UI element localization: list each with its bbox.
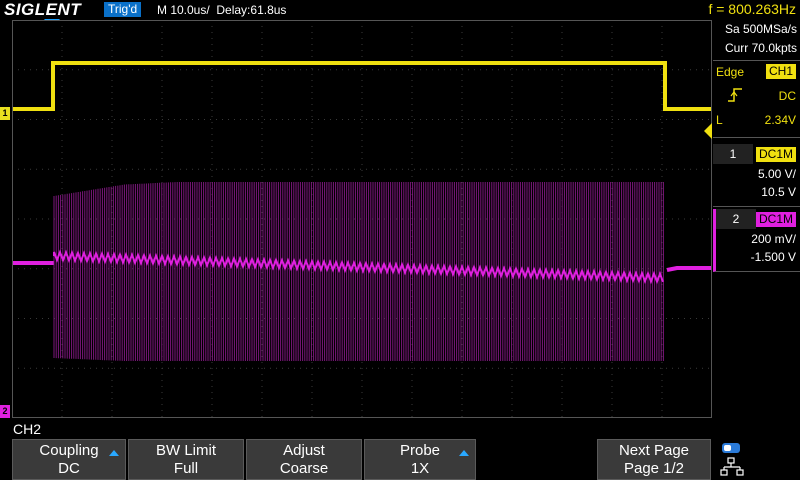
ch2-scale: 200 mV/: [751, 232, 796, 246]
menu-title: CH2: [13, 421, 42, 437]
info-panel: Sa 500MSa/s Curr 70.0kpts Edge CH1 DC L …: [704, 20, 800, 438]
bw-limit-softkey[interactable]: BW Limit Full: [128, 439, 244, 480]
timebase-readout[interactable]: M 10.0us/ Delay:61.8us: [157, 3, 286, 17]
softkey-value: 1X: [410, 460, 430, 477]
delay-value: Delay:61.8us: [216, 3, 287, 17]
softkey-value: Full: [173, 460, 199, 477]
softkey-value: DC: [58, 460, 80, 477]
softkey-bar: Coupling DC BW Limit Full Adjust Coarse …: [0, 438, 800, 480]
ch1-number: 1: [713, 144, 753, 164]
memory-depth: Curr 70.0kpts: [724, 41, 797, 55]
status-icons: [720, 443, 744, 476]
trigger-level-label: L: [716, 113, 723, 127]
trigger-level-arrow-icon: [704, 123, 712, 139]
next-page-softkey[interactable]: Next Page Page 1/2: [597, 439, 711, 480]
up-arrow-icon: [109, 450, 119, 456]
softkey-label: Adjust: [283, 442, 325, 459]
ch2-offset-marker[interactable]: 2: [0, 405, 10, 418]
softkey-value: Page 1/2: [623, 460, 685, 477]
ch1-settings[interactable]: 1 DC1M 5.00 V/ 10.5 V: [713, 144, 800, 207]
trigger-settings[interactable]: Edge CH1 DC L 2.34V: [704, 60, 800, 139]
top-status-bar: SIGLENT Trig'd M 10.0us/ Delay:61.8us f …: [0, 0, 800, 20]
ch1-offset-marker[interactable]: 1: [0, 107, 10, 120]
brand-logo: SIGLENT: [4, 0, 82, 19]
trigger-type: Edge: [716, 65, 745, 79]
softkey-label: Next Page: [618, 442, 690, 459]
trigger-coupling: DC: [778, 89, 796, 103]
adjust-softkey[interactable]: Adjust Coarse: [246, 439, 362, 480]
ch1-offset: 10.5 V: [761, 185, 796, 199]
softkey-label: BW Limit: [156, 442, 216, 459]
ch2-number: 2: [716, 209, 756, 229]
ch2-coupling: DC1M: [755, 212, 796, 227]
softkey-value: Coarse: [279, 460, 329, 477]
sample-rate: Sa 500MSa/s: [724, 22, 797, 36]
coupling-softkey[interactable]: Coupling DC: [12, 439, 126, 480]
probe-softkey[interactable]: Probe 1X: [364, 439, 476, 480]
ch1-scale: 5.00 V/: [757, 167, 796, 181]
toggle-icon: [722, 443, 740, 453]
trigger-source: CH1: [765, 64, 796, 79]
up-arrow-icon: [459, 450, 469, 456]
waveform-display[interactable]: [12, 20, 712, 418]
network-icon: [720, 457, 744, 476]
ch2-offset: -1.500 V: [750, 250, 796, 264]
trigger-status-badge: Trig'd: [104, 2, 142, 17]
timebase-value: M 10.0us/: [157, 3, 210, 17]
trigger-level: 2.34V: [764, 113, 796, 127]
rising-edge-icon: [728, 88, 742, 102]
ch1-coupling: DC1M: [755, 147, 796, 162]
ch2-settings[interactable]: 2 DC1M 200 mV/ -1.500 V: [713, 209, 800, 272]
frequency-counter: f = 800.263Hz: [708, 1, 796, 17]
